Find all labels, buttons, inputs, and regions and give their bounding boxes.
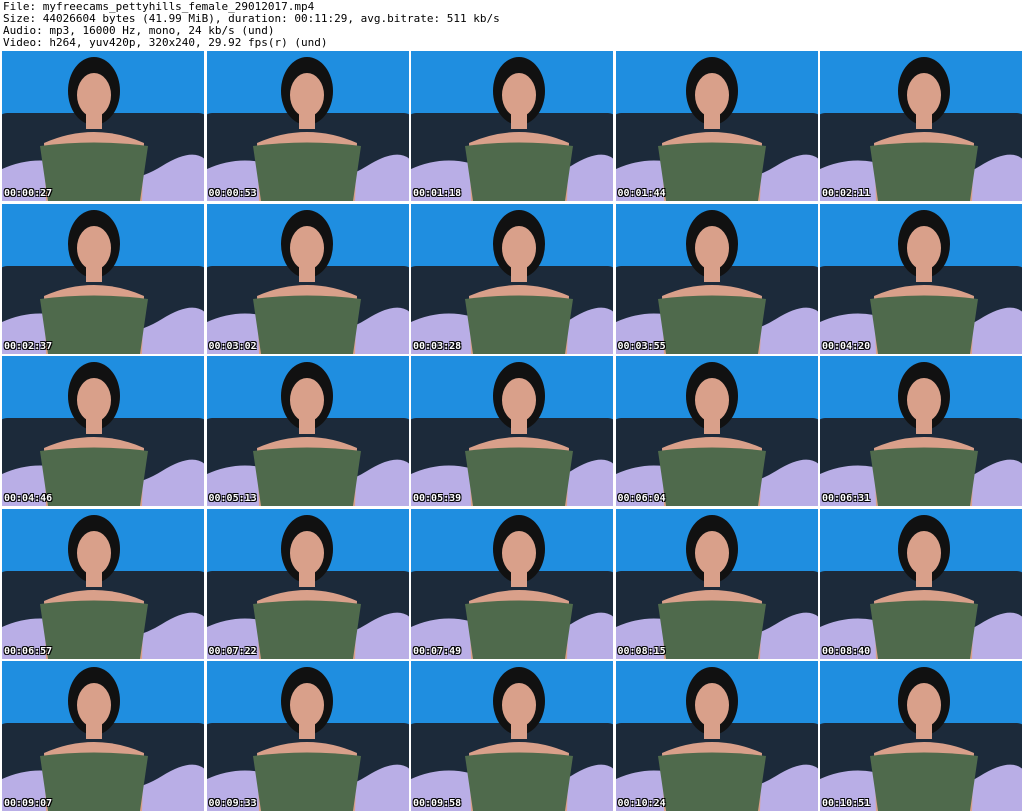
frame-timestamp: 00:08:40 <box>822 645 871 657</box>
video-frame-thumbnail: 00:03:55 <box>615 203 818 354</box>
video-frame-thumbnail: 00:09:07 <box>2 661 204 811</box>
video-frame-thumbnail: 00:10:24 <box>615 661 818 811</box>
file-info-header: File: myfreecams_pettyhills_female_29012… <box>3 1 1021 49</box>
video-frame-thumbnail: 00:04:46 <box>2 356 204 506</box>
video-frame-thumbnail: 00:03:02 <box>206 203 409 354</box>
frame-timestamp: 00:01:18 <box>413 188 462 199</box>
frame-image <box>206 203 409 354</box>
frame-image <box>820 508 1022 659</box>
video-frame-thumbnail: 00:00:53 <box>206 51 409 201</box>
video-frame-thumbnail: 00:01:44 <box>615 51 818 201</box>
contact-sheet: File: myfreecams_pettyhills_female_29012… <box>0 0 1024 811</box>
frame-image <box>411 51 613 201</box>
video-frame-thumbnail: 00:06:57 <box>2 508 204 659</box>
video-frame-thumbnail: 00:09:58 <box>411 661 613 811</box>
frame-image <box>615 51 818 201</box>
frame-image <box>615 356 818 506</box>
video-frame-thumbnail: 00:01:18 <box>411 51 613 201</box>
frame-image <box>2 508 204 659</box>
thumbnail-grid: 00:00:27 00:00:53 00:01:18 00:01:44 00:02:11… <box>2 51 1022 811</box>
video-frame-thumbnail: 00:05:13 <box>206 356 409 506</box>
video-info-line: Video: h264, yuv420p, 320x240, 29.92 fps… <box>3 36 328 49</box>
video-frame-thumbnail: 00:00:27 <box>2 51 204 201</box>
frame-image <box>411 203 613 354</box>
frame-timestamp: 00:03:02 <box>208 340 257 352</box>
frame-image <box>820 203 1022 354</box>
frame-timestamp: 00:06:31 <box>822 493 871 504</box>
frame-image <box>615 508 818 659</box>
frame-timestamp: 00:04:20 <box>822 340 871 352</box>
frame-timestamp: 00:05:39 <box>413 493 462 504</box>
video-frame-thumbnail: 00:02:11 <box>820 51 1022 201</box>
frame-timestamp: 00:02:11 <box>822 188 871 199</box>
frame-timestamp: 00:01:44 <box>617 188 666 199</box>
frame-timestamp: 00:05:13 <box>208 493 257 504</box>
frame-timestamp: 00:09:33 <box>208 798 257 809</box>
frame-timestamp: 00:08:15 <box>617 645 666 657</box>
video-frame-thumbnail: 00:10:51 <box>820 661 1022 811</box>
frame-timestamp: 00:03:28 <box>413 340 462 352</box>
frame-image <box>820 661 1022 811</box>
frame-image <box>2 203 204 354</box>
video-frame-thumbnail: 00:09:33 <box>206 661 409 811</box>
video-frame-thumbnail: 00:04:20 <box>820 203 1022 354</box>
video-frame-thumbnail: 00:06:31 <box>820 356 1022 506</box>
video-frame-thumbnail: 00:06:04 <box>615 356 818 506</box>
frame-timestamp: 00:04:46 <box>4 493 53 504</box>
frame-timestamp: 00:09:58 <box>413 798 462 809</box>
frame-image <box>615 661 818 811</box>
frame-timestamp: 00:10:24 <box>617 798 666 809</box>
frame-image <box>820 51 1022 201</box>
video-frame-thumbnail: 00:08:40 <box>820 508 1022 659</box>
frame-timestamp: 00:02:37 <box>4 340 53 352</box>
frame-image <box>206 508 409 659</box>
frame-timestamp: 00:09:07 <box>4 798 53 809</box>
frame-timestamp: 00:03:55 <box>617 340 666 352</box>
frame-image <box>206 661 409 811</box>
video-frame-thumbnail: 00:05:39 <box>411 356 613 506</box>
frame-timestamp: 00:06:57 <box>4 645 53 657</box>
video-frame-thumbnail: 00:08:15 <box>615 508 818 659</box>
frame-timestamp: 00:00:53 <box>208 188 257 199</box>
frame-timestamp: 00:07:22 <box>208 645 257 657</box>
frame-timestamp: 00:00:27 <box>4 188 53 199</box>
video-frame-thumbnail: 00:02:37 <box>2 203 204 354</box>
frame-image <box>615 203 818 354</box>
frame-image <box>2 51 204 201</box>
video-frame-thumbnail: 00:07:49 <box>411 508 613 659</box>
frame-image <box>411 661 613 811</box>
frame-timestamp: 00:07:49 <box>413 645 462 657</box>
video-frame-thumbnail: 00:03:28 <box>411 203 613 354</box>
video-frame-thumbnail: 00:07:22 <box>206 508 409 659</box>
frame-timestamp: 00:10:51 <box>822 798 871 809</box>
frame-image <box>2 661 204 811</box>
frame-image <box>2 356 204 506</box>
frame-image <box>411 508 613 659</box>
frame-image <box>206 356 409 506</box>
frame-timestamp: 00:06:04 <box>617 493 666 504</box>
frame-image <box>820 356 1022 506</box>
frame-image <box>411 356 613 506</box>
frame-image <box>206 51 409 201</box>
